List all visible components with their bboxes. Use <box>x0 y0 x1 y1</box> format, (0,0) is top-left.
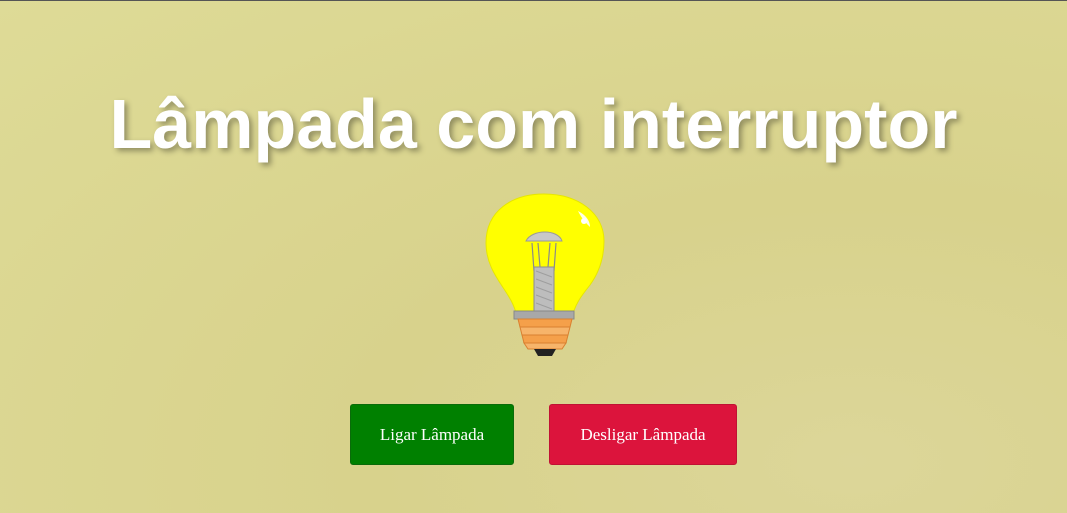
lightbulb-on-icon <box>482 191 606 359</box>
turn-off-lamp-button[interactable]: Desligar Lâmpada <box>549 404 737 465</box>
turn-on-lamp-button[interactable]: Ligar Lâmpada <box>350 404 514 465</box>
page-title: Lâmpada com interruptor <box>109 85 958 163</box>
